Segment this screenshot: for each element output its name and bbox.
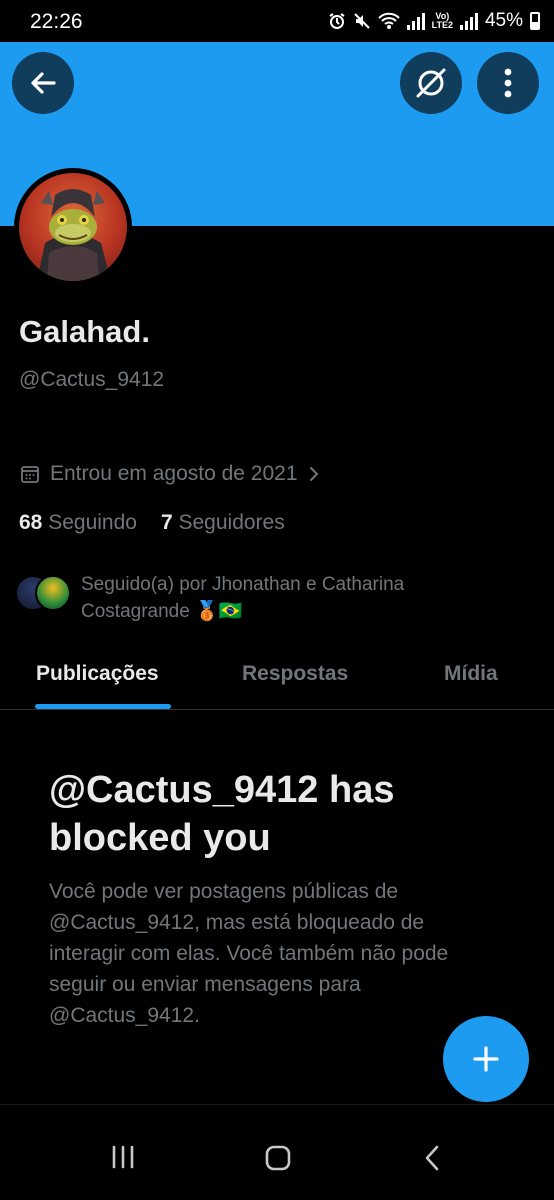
recent-apps-icon	[112, 1145, 134, 1169]
compose-button[interactable]	[443, 1016, 529, 1102]
battery-icon	[530, 12, 540, 30]
signal-icon-2	[459, 12, 478, 30]
followers-link[interactable]: 7 Seguidores	[161, 511, 285, 535]
tab-posts[interactable]: Publicações	[36, 662, 159, 686]
status-time: 22:26	[30, 10, 83, 33]
signal-icon	[406, 12, 425, 30]
alarm-icon	[328, 12, 346, 30]
status-bar: 22:26 Vo) LTE2 45%	[0, 0, 554, 42]
volte-icon: Vo) LTE2	[432, 12, 453, 30]
tab-replies[interactable]: Respostas	[242, 662, 348, 686]
wifi-icon	[377, 12, 400, 30]
following-count: 68	[19, 511, 43, 534]
follower-avatar-2	[35, 575, 71, 611]
following-label: Seguindo	[48, 511, 137, 534]
home-icon	[265, 1145, 291, 1171]
chevron-right-icon	[309, 467, 318, 481]
profile-avatar[interactable]	[14, 168, 132, 286]
plus-icon	[473, 1046, 499, 1072]
recent-apps-button[interactable]	[108, 1145, 138, 1169]
system-back-button[interactable]	[422, 1145, 442, 1171]
blocked-description: Você pode ver postagens públicas de @Cac…	[49, 880, 449, 1027]
more-vertical-icon	[504, 68, 512, 98]
followers-count: 7	[160, 511, 173, 534]
system-navigation-bar	[0, 1105, 554, 1200]
followed-by-row[interactable]: Seguido(a) por Jhonathan e Catharina Cos…	[15, 571, 481, 625]
joined-date-row[interactable]: Entrou em agosto de 2021	[20, 462, 320, 486]
back-button[interactable]	[12, 52, 74, 114]
active-tab-indicator	[35, 704, 171, 709]
battery-percent: 45%	[484, 10, 523, 31]
profile-name: Galahad.	[19, 314, 150, 349]
calendar-icon	[21, 466, 39, 483]
follow-stats: 68 Seguindo 7 Seguidores	[19, 511, 285, 535]
profile-tabs: Publicações Respostas Mídia	[0, 646, 554, 710]
grok-icon	[416, 68, 446, 98]
status-icons: Vo) LTE2 45%	[328, 10, 540, 32]
followers-you-know-avatars	[15, 571, 73, 611]
grok-button[interactable]	[400, 52, 462, 114]
mute-icon	[353, 12, 371, 30]
home-button[interactable]	[264, 1145, 292, 1171]
arrow-left-icon	[31, 72, 56, 94]
chevron-left-icon	[425, 1145, 439, 1171]
volte-bottom-label: LTE2	[431, 20, 453, 30]
joined-date-text: Entrou em agosto de 2021	[50, 462, 298, 485]
tab-media[interactable]: Mídia	[444, 662, 498, 686]
profile-handle: @Cactus_9412	[19, 368, 165, 391]
followed-by-text: Seguido(a) por Jhonathan e Catharina Cos…	[81, 574, 405, 622]
blocked-title: @Cactus_9412 has blocked you	[49, 769, 395, 859]
avatar-image	[19, 173, 127, 281]
followers-label: Seguidores	[178, 511, 285, 534]
following-link[interactable]: 68 Seguindo	[19, 511, 137, 535]
more-options-button[interactable]	[477, 52, 539, 114]
